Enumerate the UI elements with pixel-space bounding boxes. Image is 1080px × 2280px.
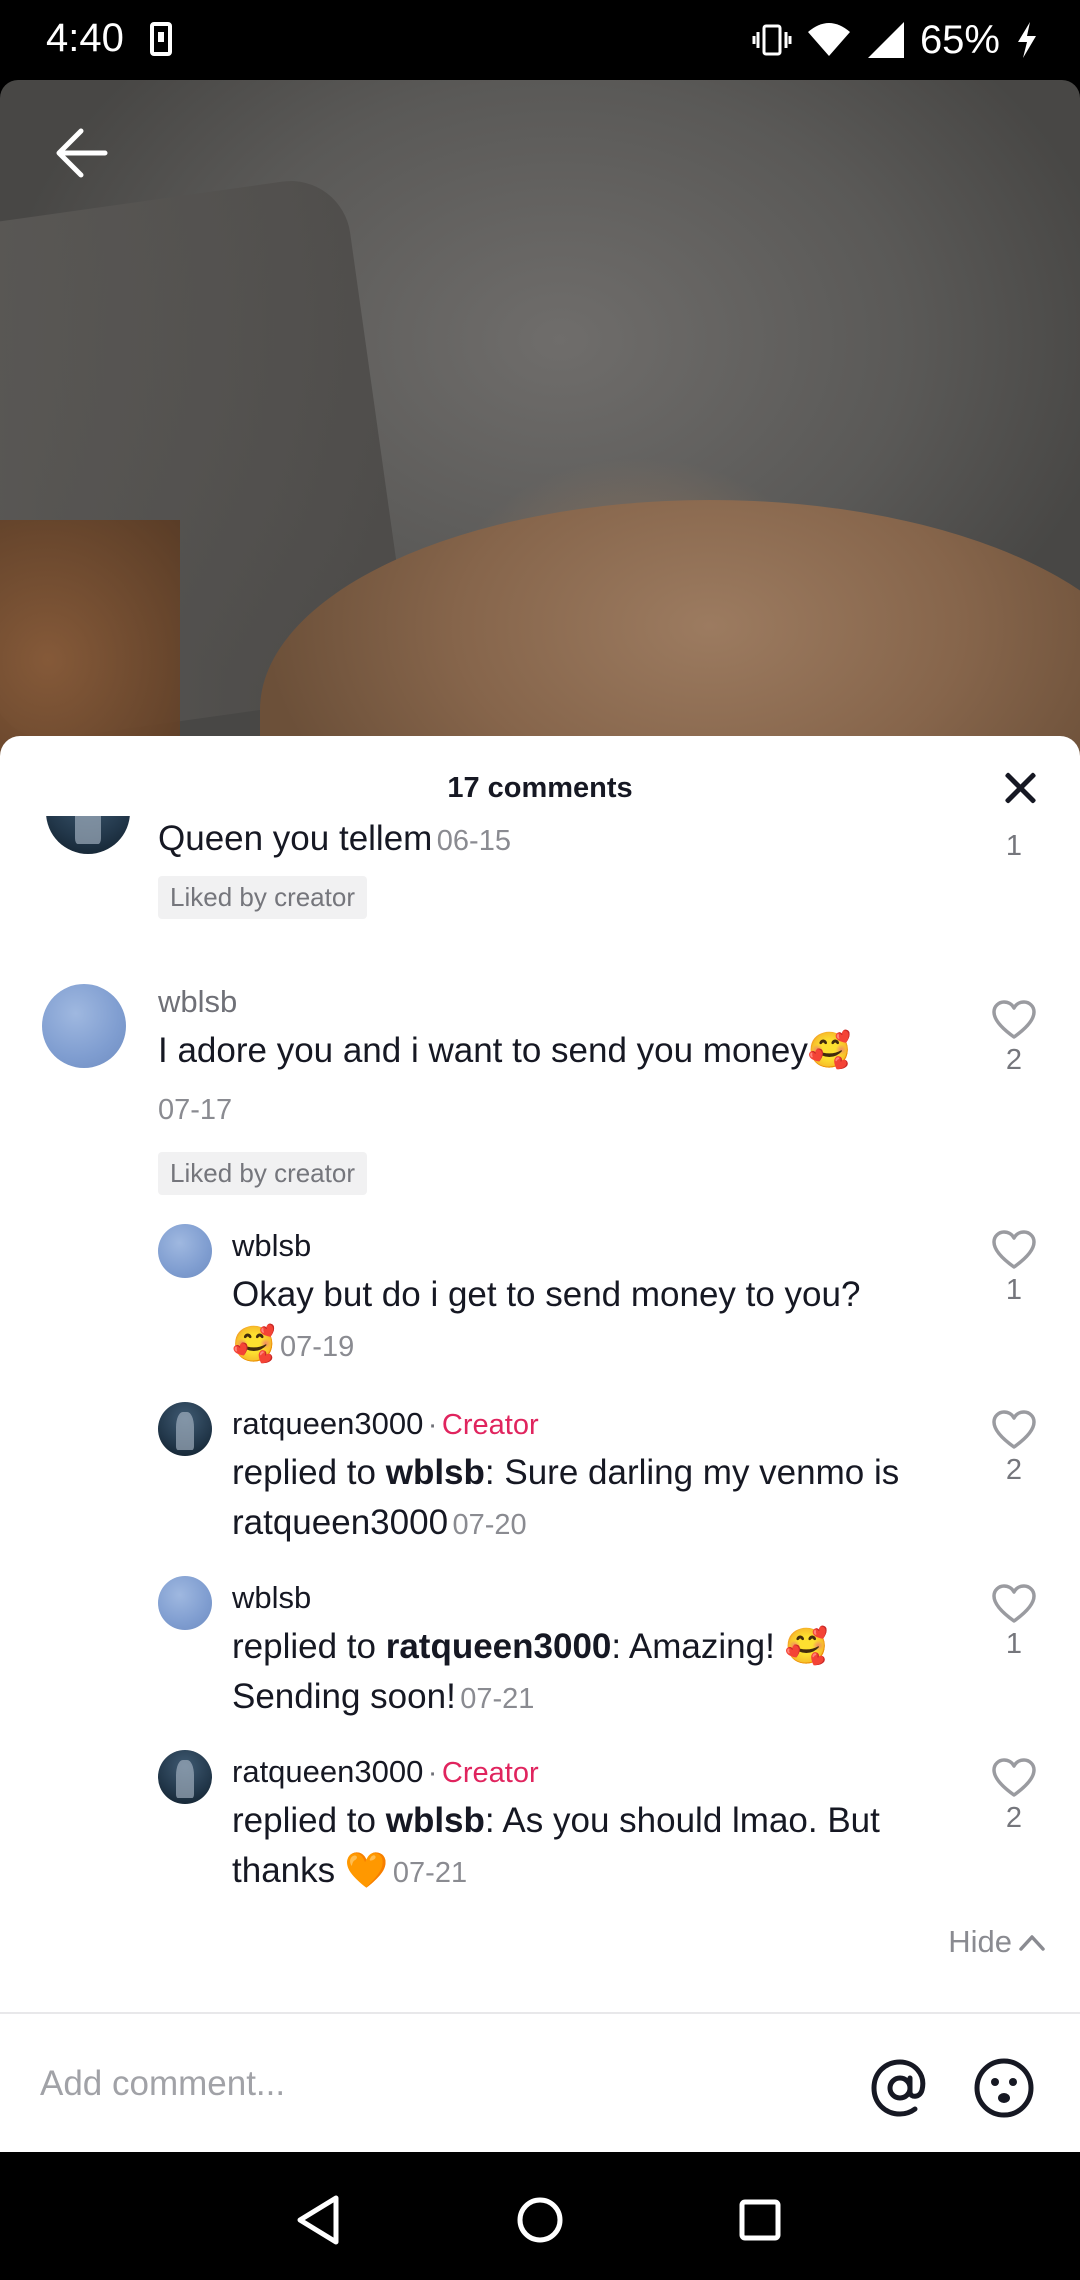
like-count: 1 (1005, 830, 1023, 862)
reply-header: ratqueen3000 · Creator (232, 1406, 539, 1442)
back-button[interactable] (48, 120, 114, 186)
smiley-icon[interactable] (972, 2056, 1036, 2120)
separator-dot: · (427, 1757, 438, 1789)
comment-date: 07-17 (158, 1094, 233, 1126)
reply-text-continued: Sending soon! (232, 1677, 456, 1716)
avatar[interactable] (158, 1576, 212, 1630)
hide-replies-button[interactable]: Hide (948, 1924, 1046, 1960)
smiling-hearts-emoji: 🥰 (232, 1325, 276, 1365)
like-count: 2 (1005, 1454, 1023, 1486)
heart-outline-icon (992, 1410, 1036, 1449)
comment-text: Queen you tellem (158, 819, 433, 858)
circle-home-icon[interactable] (510, 2192, 570, 2248)
avatar[interactable] (46, 816, 130, 854)
heart-outline-icon (992, 1230, 1036, 1269)
orange-heart-emoji: 🧡 (344, 1851, 389, 1891)
reply-body: Okay but do i get to send money to you? (232, 1270, 972, 1320)
comment-input-bar (0, 2012, 1080, 2152)
smiling-hearts-emoji: 🥰 (784, 1627, 829, 1667)
reply-prefix: replied to (232, 1627, 386, 1666)
at-icon[interactable] (868, 2056, 932, 2120)
reply-text: Okay but do i get to send money to you? (232, 1275, 861, 1314)
heart-outline-icon (992, 1584, 1036, 1623)
system-nav-bar (0, 2152, 1080, 2280)
avatar[interactable] (158, 1402, 212, 1456)
comment-date: 06-15 (436, 825, 511, 857)
reply-body: replied to ratqueen3000: Amazing! 🥰 (232, 1622, 972, 1672)
reply-prefix: replied to (232, 1453, 386, 1492)
reply-username[interactable]: wblsb (232, 1580, 311, 1616)
reply-body: replied to wblsb: As you should lmao. Bu… (232, 1796, 972, 1896)
like-count: 2 (1005, 1802, 1023, 1834)
like-button[interactable]: 1 (988, 826, 1040, 863)
liked-by-creator-badge: Liked by creator (158, 876, 367, 919)
hide-label: Hide (948, 1924, 1012, 1959)
like-count: 2 (1005, 1044, 1023, 1076)
like-button[interactable]: 1 (988, 1584, 1040, 1661)
signal-icon (866, 20, 906, 60)
status-bar: 4:40 65% (0, 0, 1080, 80)
avatar[interactable] (158, 1224, 212, 1278)
heart-outline-icon (992, 1758, 1036, 1797)
reply-username[interactable]: ratqueen3000 (232, 1754, 423, 1789)
comment-body: Queen you tellem 06-15 (158, 816, 511, 864)
chevron-up-icon (1019, 1935, 1045, 1951)
smiling-hearts-emoji: 🥰 (807, 1031, 852, 1071)
battery-percent: 65% (919, 17, 1000, 62)
comment-body: I adore you and i want to send you money… (158, 1026, 938, 1076)
arrow-left-icon (56, 128, 108, 178)
comments-sheet: 17 comments Queen you tellem 06-15 Liked… (0, 736, 1080, 2152)
like-count: 1 (1005, 1274, 1023, 1306)
reply-date: 07-20 (452, 1509, 527, 1541)
separator-dot: · (427, 1409, 438, 1441)
comment-text: I adore you and i want to send you money (158, 1031, 808, 1070)
triangle-back-icon[interactable] (290, 2192, 350, 2248)
device-notification-icon (150, 22, 172, 56)
reply-username[interactable]: ratqueen3000 (232, 1406, 423, 1441)
heart-outline-icon (992, 1000, 1036, 1039)
reply-header: ratqueen3000 · Creator (232, 1754, 539, 1790)
like-button[interactable]: 1 (988, 1230, 1040, 1307)
reply-text: : Amazing! (611, 1627, 785, 1666)
status-time: 4:40 (46, 16, 124, 60)
reply-date: 07-21 (392, 1857, 468, 1889)
creator-tag: Creator (441, 1409, 539, 1441)
reply-date: 07-21 (460, 1683, 535, 1715)
comment-username[interactable]: wblsb (158, 984, 237, 1020)
video-preview[interactable] (0, 80, 1080, 760)
vibrate-icon (752, 20, 792, 60)
like-button[interactable]: 2 (988, 1000, 1040, 1077)
comments-count-title: 17 comments (447, 771, 633, 804)
avatar[interactable] (42, 984, 126, 1068)
reply-body: replied to wblsb: Sure darling my venmo … (232, 1448, 972, 1548)
like-count: 1 (1005, 1628, 1023, 1660)
charging-icon (1014, 20, 1040, 60)
liked-by-creator-badge: Liked by creator (158, 1152, 367, 1195)
reply-date: 07-19 (280, 1331, 355, 1363)
reply-target-user[interactable]: wblsb (386, 1453, 485, 1492)
square-recents-icon[interactable] (730, 2192, 790, 2248)
reply-username[interactable]: wblsb (232, 1228, 311, 1264)
comments-list[interactable]: Queen you tellem 06-15 Liked by creator … (0, 816, 1080, 2040)
reply-target-user[interactable]: wblsb (386, 1801, 485, 1840)
like-button[interactable]: 2 (988, 1758, 1040, 1835)
creator-tag: Creator (441, 1757, 539, 1789)
like-button[interactable]: 2 (988, 1410, 1040, 1487)
close-icon[interactable] (1000, 768, 1040, 808)
video-floor (0, 520, 180, 760)
add-comment-input[interactable] (40, 2056, 820, 2112)
status-icons: 65% (752, 12, 1040, 68)
wifi-icon (806, 20, 852, 60)
reply-target-user[interactable]: ratqueen3000 (386, 1627, 612, 1666)
reply-prefix: replied to (232, 1801, 386, 1840)
avatar[interactable] (158, 1750, 212, 1804)
